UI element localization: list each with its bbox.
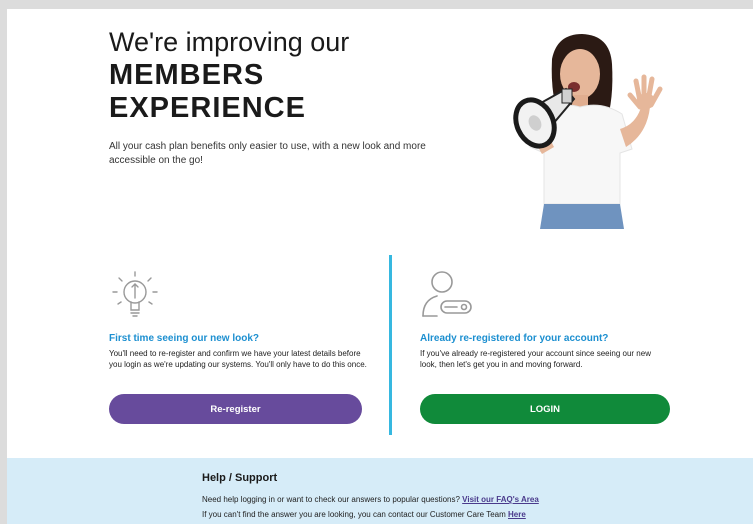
login-button[interactable]: LOGIN [420, 394, 670, 424]
column-divider [389, 255, 392, 435]
reregister-button[interactable]: Re-register [109, 394, 362, 424]
help-support-section: Help / Support Need help logging in or w… [7, 458, 753, 524]
page-container: We're improving our MEMBERS EXPERIENCE A… [7, 9, 753, 524]
customer-care-link[interactable]: Here [508, 510, 526, 519]
support-contact-line: If you can't find the answer you are loo… [202, 510, 526, 519]
hero-title-line2: MEMBERS [109, 59, 265, 91]
user-key-icon [422, 271, 472, 317]
registered-title: Already re-registered for your account? [420, 333, 609, 344]
lightbulb-icon [112, 271, 158, 317]
first-time-title: First time seeing our new look? [109, 333, 260, 344]
hero-title-line1: We're improving our [109, 27, 350, 57]
registered-text: If you've already re-registered your acc… [420, 349, 651, 369]
support-title: Help / Support [202, 472, 278, 484]
hero-description: All your cash plan benefits only easier … [109, 141, 426, 166]
hero-title-line3: EXPERIENCE [109, 92, 306, 124]
first-time-text: You'll need to re-register and confirm w… [109, 349, 367, 369]
faq-link[interactable]: Visit our FAQ's Area [462, 495, 539, 504]
support-contact-text: If you can't find the answer you are loo… [202, 510, 506, 519]
support-faq-line: Need help logging in or want to check ou… [202, 495, 539, 504]
hero-woman-megaphone-image [513, 34, 663, 229]
support-faq-text: Need help logging in or want to check ou… [202, 495, 460, 504]
